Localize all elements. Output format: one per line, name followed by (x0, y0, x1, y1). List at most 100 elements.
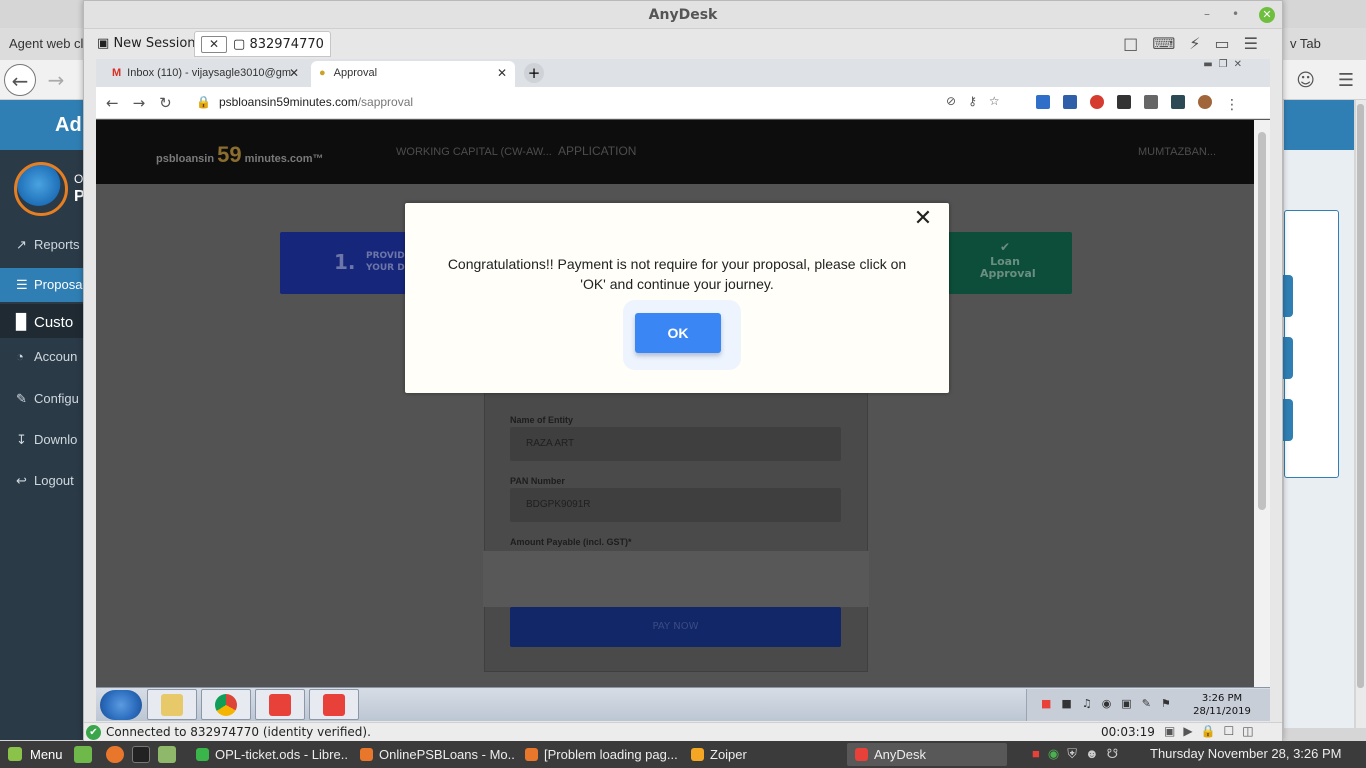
trash-icon[interactable]: ◫ (1242, 724, 1261, 738)
profile-avatar[interactable] (1198, 95, 1212, 109)
app-tray-icon[interactable]: ■ (1061, 697, 1081, 710)
kebab-menu-icon[interactable]: ⋮ (1225, 98, 1239, 113)
terminal-icon[interactable] (132, 746, 150, 763)
restore-icon[interactable]: ❐ (1219, 59, 1234, 70)
remote-tab-gmail[interactable]: M Inbox (110) - vijaysagle3010@gm ✕ (104, 61, 307, 87)
nav-working-capital[interactable]: WORKING CAPITAL (CW-AW... (396, 146, 552, 158)
adblock-extension-icon[interactable] (1090, 95, 1104, 109)
close-session-icon[interactable]: ✕ (201, 36, 227, 53)
volume-icon[interactable]: ♫ (1082, 697, 1102, 710)
close-tab-icon[interactable]: ✕ (497, 66, 507, 80)
display-icon[interactable]: ▭ (1215, 34, 1244, 53)
local-page-scrollbar[interactable] (1356, 100, 1366, 728)
clipboard-icon[interactable]: ☐ (1224, 724, 1243, 738)
pan-field[interactable]: BDGPK9091R (510, 488, 841, 522)
nav-user-menu[interactable]: MUMTAZBAN... (1138, 146, 1216, 158)
search-extension-icon[interactable] (1036, 95, 1050, 109)
user-icon[interactable]: ☻ (1085, 746, 1107, 761)
sidebar-item-configure[interactable]: ✎ Configu (0, 382, 86, 416)
taskbar-anydesk-2[interactable] (309, 689, 359, 720)
menu-icon[interactable]: ☰ (1338, 70, 1354, 91)
lock-icon[interactable]: 🔒 (1201, 724, 1224, 738)
network-icon[interactable]: ☋ (1107, 746, 1127, 761)
amount-field[interactable] (483, 551, 869, 607)
local-clock[interactable]: Thursday November 28, 3:26 PM (1150, 746, 1341, 761)
ticket-extension-icon[interactable] (1144, 95, 1158, 109)
forward-arrow-icon[interactable]: → (133, 94, 160, 112)
right-card-button-1[interactable] (1283, 275, 1293, 317)
sidebar-item-customers[interactable]: ▉ Custo (0, 304, 86, 338)
restore-icon[interactable]: • (1232, 7, 1239, 21)
start-menu-button[interactable]: Menu (4, 741, 67, 768)
pay-now-button[interactable]: PAY NOW (510, 607, 841, 647)
remote-tab-approval[interactable]: ● Approval ✕ (311, 61, 515, 87)
back-arrow-icon[interactable]: ← (4, 64, 36, 96)
close-icon[interactable]: ✕ (1259, 7, 1275, 23)
right-card-button-2[interactable] (1283, 337, 1293, 379)
firefox-icon[interactable] (106, 746, 124, 763)
sidebar-item-download[interactable]: ↧ Downlo (0, 423, 86, 457)
task-firefox-psbloans[interactable]: OnlinePSBLoans - Mo... (352, 743, 514, 766)
sidebar-item-accounts[interactable]: ◔ Accoun (0, 340, 86, 374)
ok-button[interactable]: OK (635, 313, 721, 353)
close-icon[interactable]: ✕ (1234, 59, 1248, 70)
key-icon[interactable]: ⚷ (968, 94, 989, 108)
sidebar-item-proposals[interactable]: ☰ Proposa (0, 268, 86, 302)
settings-menu-icon[interactable]: ☰ (1244, 34, 1272, 53)
new-tab-button[interactable]: + (524, 63, 544, 83)
network-icon[interactable]: ▣ (1121, 697, 1141, 710)
anydesk-tray-icon[interactable]: ■ (1032, 746, 1048, 761)
download-extension-icon[interactable] (1063, 95, 1077, 109)
minimize-icon[interactable]: – (1204, 7, 1210, 21)
shield-icon[interactable]: ⛨ (1067, 746, 1085, 761)
minimize-icon[interactable]: ▬ (1203, 59, 1218, 70)
sidebar-item-logout[interactable]: ↩ Logout (0, 464, 86, 498)
close-tab-icon[interactable]: ✕ (289, 66, 299, 80)
blocked-icon[interactable]: ⊘ (946, 94, 968, 108)
forward-arrow-icon[interactable]: → (40, 64, 72, 96)
site-logo[interactable]: psbloansin 59 minutes.com™ (156, 142, 324, 168)
remote-clock[interactable]: 3:26 PM 28/11/2019 (1187, 692, 1257, 718)
remote-screen[interactable]: M Inbox (110) - vijaysagle3010@gm ✕ ● Appro… (96, 59, 1270, 721)
entity-field[interactable]: RAZA ART (510, 427, 841, 461)
right-card-button-3[interactable] (1283, 399, 1293, 441)
sidebar-item-reports[interactable]: ↗ Reports (0, 228, 86, 262)
lock-icon: 🔒 (196, 95, 211, 109)
modal-close-icon[interactable]: ✕ (911, 207, 935, 231)
show-desktop-icon[interactable] (74, 746, 92, 763)
taskbar-anydesk-1[interactable] (255, 689, 305, 720)
nav-application[interactable]: APPLICATION (558, 144, 636, 158)
keyboard-icon[interactable]: ⌨ (1152, 34, 1189, 53)
remote-scroll-thumb[interactable] (1258, 132, 1266, 510)
address-bar[interactable]: 🔒 psbloansin59minutes.com/sapproval (188, 91, 1020, 115)
local-tab-agent-web[interactable]: Agent web cli (9, 36, 86, 51)
local-scroll-thumb[interactable] (1357, 104, 1364, 688)
windows-start-button[interactable] (100, 690, 142, 720)
tab-new-session[interactable]: ▣ New Session (90, 31, 196, 57)
anydesk-tray-icon[interactable]: ■ (1041, 697, 1061, 710)
taskbar-chrome[interactable] (201, 689, 251, 720)
terminal-extension-icon[interactable] (1171, 95, 1185, 109)
record-icon[interactable]: ◉ (1048, 746, 1067, 761)
lt-extension-icon[interactable] (1117, 95, 1131, 109)
star-icon[interactable]: ☆ (989, 94, 1012, 108)
back-arrow-icon[interactable]: ← (106, 94, 133, 112)
task-libreoffice[interactable]: OPL-ticket.ods - Libre... (188, 743, 348, 766)
file-transfer-icon[interactable]: ▣ (1164, 724, 1183, 738)
task-zoiper[interactable]: Zoiper (683, 743, 843, 766)
video-icon[interactable]: ▶ (1183, 724, 1200, 738)
actions-icon[interactable]: ⚡ (1189, 34, 1214, 53)
flag-icon[interactable]: ⚑ (1161, 697, 1181, 710)
security-icon[interactable]: ◉ (1102, 697, 1122, 710)
tab-remote-session[interactable]: ✕ ▢ 832974770 (194, 31, 331, 57)
files-icon[interactable] (158, 746, 176, 763)
remote-page-scrollbar[interactable] (1254, 120, 1270, 687)
task-firefox-problem[interactable]: [Problem loading pag... (517, 743, 679, 766)
reload-icon[interactable]: ↻ (159, 94, 186, 112)
chat-icon[interactable]: □ (1123, 34, 1152, 53)
task-anydesk[interactable]: AnyDesk (847, 743, 1007, 766)
local-tab-new-tab[interactable]: v Tab (1290, 36, 1321, 51)
notes-icon[interactable]: ✎ (1142, 697, 1161, 710)
taskbar-explorer[interactable] (147, 689, 197, 720)
account-icon[interactable]: ☺ (1296, 70, 1315, 91)
